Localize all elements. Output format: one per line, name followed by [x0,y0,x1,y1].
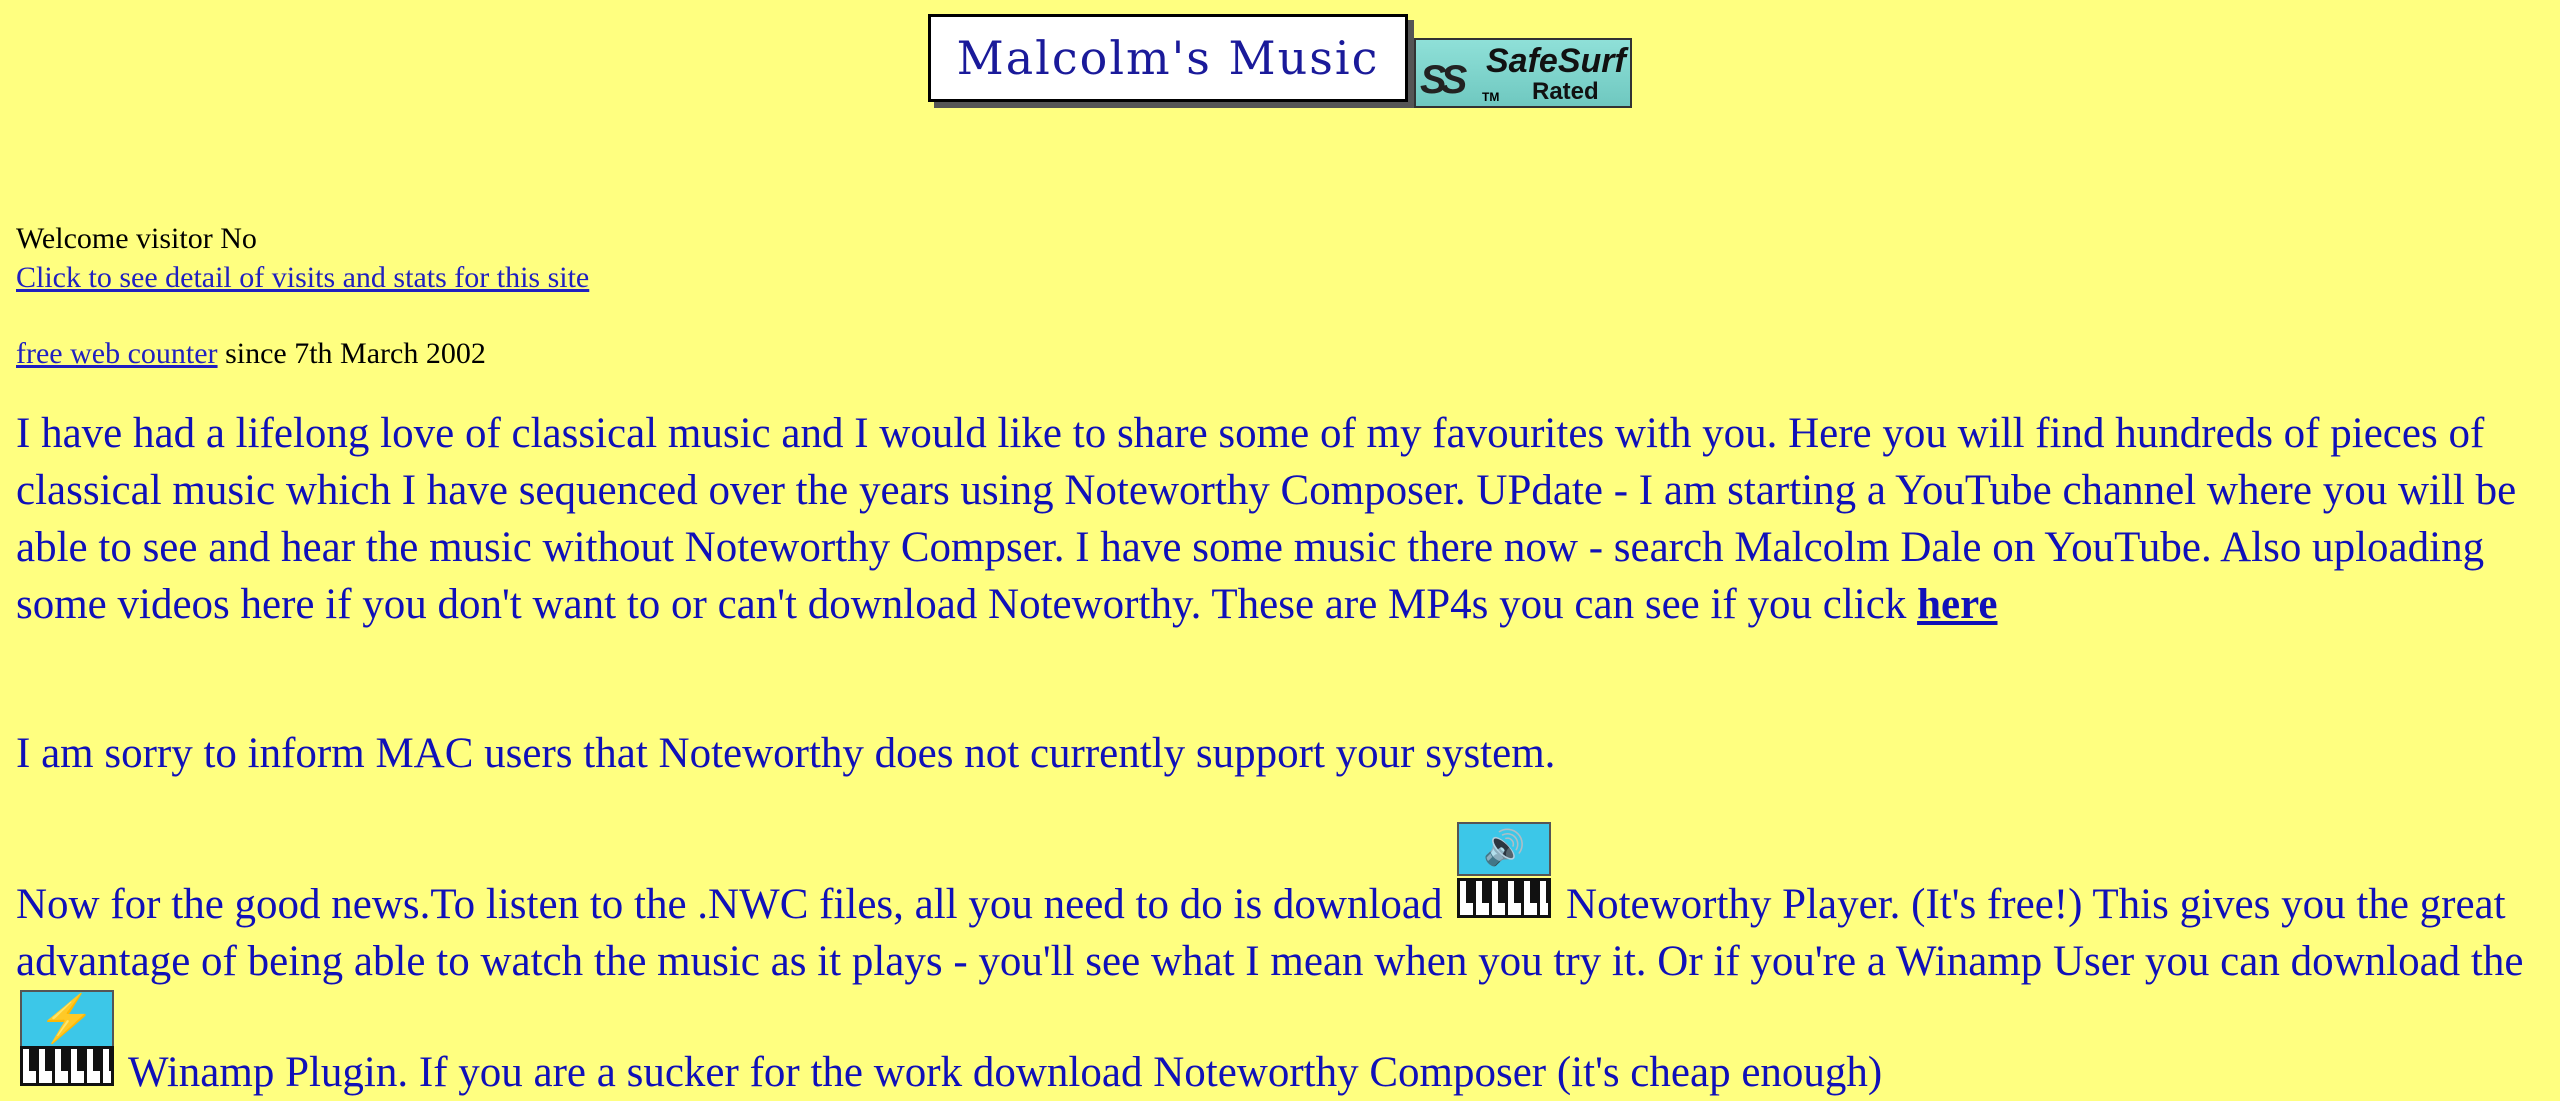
intro-text: I have had a lifelong love of classical … [16,410,2517,628]
stats-container: Click to see detail of visits and stats … [16,259,589,297]
safesurf-tm: TM [1482,90,1500,104]
lightning-icon: ⚡ [20,990,114,1048]
speaker-icon: 🔊 [1457,822,1552,876]
counter-line: free web counter since 7th March 2002 [16,335,486,373]
visit-stats-link[interactable]: Click to see detail of visits and stats … [16,261,589,294]
news-text-3: Winamp Plugin. If you are a sucker for t… [118,1049,1883,1096]
header-logos: Malcolm's Music SS SafeSurf TM Rated [928,14,1632,108]
free-web-counter-link[interactable]: free web counter [16,337,218,370]
intro-paragraph: I have had a lifelong love of classical … [16,405,2546,633]
counter-since-text: since 7th March 2002 [217,337,486,370]
safesurf-rated: Rated [1532,78,1599,105]
good-news-paragraph: Now for the good news.To listen to the .… [16,822,2546,1101]
news-text-1: Now for the good news.To listen to the .… [16,881,1454,928]
winamp-plugin-icon[interactable]: ⚡ [20,990,114,1086]
welcome-visitor-text: Welcome visitor No [16,222,257,255]
mp4-here-link[interactable]: here [1917,581,1997,628]
safesurf-name: SafeSurf [1486,42,1626,80]
piano-keys-icon [1457,878,1552,918]
noteworthy-player-icon[interactable]: 🔊 [1457,822,1552,918]
safesurf-rated-badge[interactable]: SS SafeSurf TM Rated [1414,38,1632,108]
piano-keys-icon [20,1046,114,1086]
mac-notice: I am sorry to inform MAC users that Note… [16,730,1556,777]
logo-text: Malcolm's Music [956,31,1380,85]
malcolms-music-logo: Malcolm's Music [928,14,1408,102]
safesurf-icon: SS [1420,58,1467,102]
